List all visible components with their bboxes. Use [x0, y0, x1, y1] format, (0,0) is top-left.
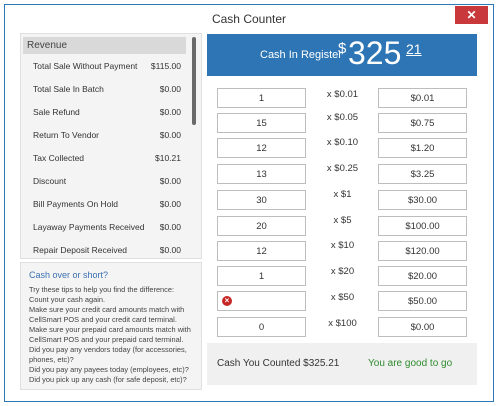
tips-line: Count your cash again. [29, 295, 106, 304]
tips-panel: Cash over or short? Try these tips to he… [20, 262, 202, 390]
denomination-label: x $0.25 [326, 163, 359, 174]
denomination-label: x $1 [333, 189, 352, 200]
revenue-row-label: Discount [33, 176, 67, 186]
revenue-row-value: $0.00 [159, 130, 181, 140]
revenue-row-value: $0.00 [159, 107, 181, 117]
register-label: Cash In Register [260, 49, 342, 61]
denomination-label: x $20 [330, 266, 355, 277]
tips-line: Make sure your credit card amounts match… [29, 305, 185, 314]
count-input-50[interactable]: × [217, 291, 306, 311]
tips-line: CellSmart POS and your prepaid card term… [29, 335, 184, 344]
denomination-total: $0.01 [378, 88, 467, 108]
revenue-row: Total Sale In Batch $0.00 [33, 84, 181, 98]
count-input-1[interactable]: 30 [217, 190, 306, 210]
tips-line: Did you pay any payees today (employees,… [29, 365, 189, 374]
denomination-label: x $0.05 [326, 112, 359, 123]
revenue-row-label: Tax Collected [33, 153, 85, 163]
revenue-row-label: Layaway Payments Received [33, 222, 145, 232]
tips-line: Make sure your prepaid card amounts matc… [29, 325, 191, 334]
tips-line: phones, etc)? [29, 355, 74, 364]
revenue-row-label: Sale Refund [33, 107, 80, 117]
cash-counted-text: Cash You Counted $325.21 [217, 358, 340, 369]
revenue-row-value: $0.00 [159, 199, 181, 209]
revenue-row: Layaway Payments Received $0.00 [33, 222, 181, 236]
revenue-row-label: Bill Payments On Hold [33, 199, 119, 209]
counted-footer: Cash You Counted $325.21 You are good to… [207, 343, 477, 385]
count-input-5[interactable]: 20 [217, 216, 306, 236]
denomination-total: $30.00 [378, 190, 467, 210]
denomination-total: $20.00 [378, 266, 467, 286]
revenue-row-value: $0.00 [159, 84, 181, 94]
revenue-row: Sale Refund $0.00 [33, 107, 181, 121]
window-title: Cash Counter [211, 12, 287, 26]
register-cents: 21 [406, 41, 422, 57]
revenue-row-label: Return To Vendor [33, 130, 99, 140]
count-input-100[interactable]: 0 [217, 317, 306, 337]
revenue-panel: Revenue Total Sale Without Payment $115.… [20, 33, 202, 259]
denomination-label: x $5 [333, 215, 352, 226]
tips-line: Did you pick up any cash (for safe depos… [29, 375, 187, 384]
denomination-label: x $100 [328, 318, 357, 329]
revenue-row: Total Sale Without Payment $115.00 [33, 61, 181, 75]
denomination-total: $50.00 [378, 291, 467, 311]
count-input-005[interactable]: 15 [217, 113, 306, 133]
revenue-row-label: Total Sale Without Payment [33, 61, 138, 71]
revenue-row: Return To Vendor $0.00 [33, 130, 181, 144]
revenue-row-label: Total Sale In Batch [33, 84, 104, 94]
register-amount: 325 [348, 35, 402, 71]
denomination-total: $100.00 [378, 216, 467, 236]
error-icon: × [222, 296, 232, 306]
revenue-row: Bill Payments On Hold $0.00 [33, 199, 181, 213]
tips-line: Try these tips to help you find the diff… [29, 285, 175, 294]
denomination-total: $1.20 [378, 138, 467, 158]
tips-title: Cash over or short? [29, 270, 109, 280]
count-input-025[interactable]: 13 [217, 164, 306, 184]
revenue-header: Revenue [23, 37, 186, 54]
denomination-total: $120.00 [378, 241, 467, 261]
denomination-total: $0.75 [378, 113, 467, 133]
revenue-row: Tax Collected $10.21 [33, 153, 181, 167]
revenue-row: Repair Deposit Received $0.00 [33, 245, 181, 258]
count-input-010[interactable]: 12 [217, 138, 306, 158]
cash-in-register-banner: Cash In Register $ 325 21 [207, 34, 477, 76]
revenue-row-value: $115.00 [150, 61, 181, 71]
status-message: You are good to go [368, 358, 453, 369]
register-dollar-sign: $ [338, 40, 347, 57]
revenue-row-value: $0.00 [159, 176, 181, 186]
tips-line: Did you pay any vendors today (for acces… [29, 345, 187, 354]
revenue-row: Discount $0.00 [33, 176, 181, 190]
revenue-scrollbar[interactable] [192, 37, 196, 125]
close-button[interactable]: ✕ [455, 6, 488, 24]
denomination-total: $3.25 [378, 164, 467, 184]
revenue-row-value: $10.21 [155, 153, 181, 163]
tips-line: CellSmart POS and your credit card termi… [29, 315, 177, 324]
denomination-label: x $50 [330, 292, 355, 303]
denomination-total: $0.00 [378, 317, 467, 337]
revenue-row-value: $0.00 [159, 222, 181, 232]
revenue-row-label: Repair Deposit Received [33, 245, 128, 255]
count-input-20[interactable]: 1 [217, 266, 306, 286]
revenue-row-value: $0.00 [159, 245, 181, 255]
denomination-label: x $10 [330, 240, 355, 251]
denomination-label: x $0.10 [326, 137, 359, 148]
count-input-001[interactable]: 1 [217, 88, 306, 108]
count-input-10[interactable]: 12 [217, 241, 306, 261]
title-bar: Cash Counter ✕ [5, 5, 493, 31]
denomination-label: x $0.01 [326, 89, 359, 100]
